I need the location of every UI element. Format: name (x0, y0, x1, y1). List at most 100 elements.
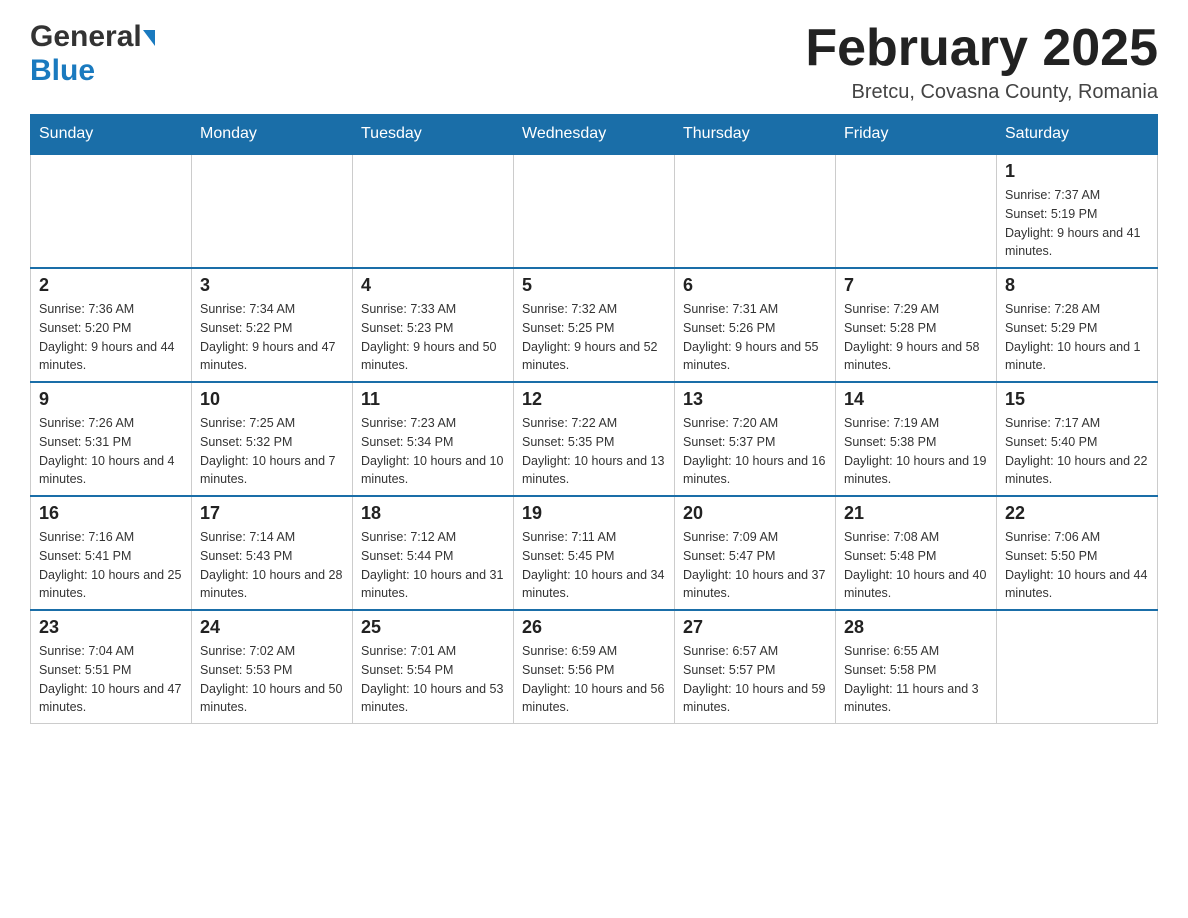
calendar-cell: 4Sunrise: 7:33 AMSunset: 5:23 PMDaylight… (353, 268, 514, 382)
day-info: Sunrise: 7:23 AMSunset: 5:34 PMDaylight:… (361, 414, 505, 489)
day-info: Sunrise: 7:22 AMSunset: 5:35 PMDaylight:… (522, 414, 666, 489)
calendar-week-row: 2Sunrise: 7:36 AMSunset: 5:20 PMDaylight… (31, 268, 1158, 382)
day-number: 10 (200, 389, 344, 410)
day-info: Sunrise: 7:01 AMSunset: 5:54 PMDaylight:… (361, 642, 505, 717)
day-number: 24 (200, 617, 344, 638)
logo: General Blue (30, 20, 155, 88)
day-info: Sunrise: 7:19 AMSunset: 5:38 PMDaylight:… (844, 414, 988, 489)
page-header: General Blue February 2025 Bretcu, Covas… (30, 20, 1158, 104)
calendar-cell: 19 Sunrise: 7:11 AMSunset: 5:45 PMDayligh… (514, 496, 675, 610)
day-number: 9 (39, 389, 183, 410)
day-number: 13 (683, 389, 827, 410)
calendar-header-thursday: Thursday (675, 115, 836, 155)
day-info: Sunrise: 7:37 AMSunset: 5:19 PMDaylight:… (1005, 186, 1149, 261)
calendar-cell: 25 Sunrise: 7:01 AMSunset: 5:54 PMDayligh… (353, 610, 514, 724)
day-info: Sunrise: 7:17 AMSunset: 5:40 PMDaylight:… (1005, 414, 1149, 489)
logo-general-text: General (30, 20, 142, 54)
calendar-cell: 3 Sunrise: 7:34 AMSunset: 5:22 PMDaylight… (192, 268, 353, 382)
day-number: 11 (361, 389, 505, 410)
calendar-week-row: 16 Sunrise: 7:16 AMSunset: 5:41 PMDayligh… (31, 496, 1158, 610)
calendar-week-row: 1 Sunrise: 7:37 AMSunset: 5:19 PMDaylight… (31, 154, 1158, 268)
calendar-cell (997, 610, 1158, 724)
day-info: Sunrise: 7:28 AMSunset: 5:29 PMDaylight:… (1005, 300, 1149, 375)
calendar-cell: 22 Sunrise: 7:06 AMSunset: 5:50 PMDayligh… (997, 496, 1158, 610)
calendar-cell: 7 Sunrise: 7:29 AMSunset: 5:28 PMDaylight… (836, 268, 997, 382)
day-number: 2 (39, 275, 183, 296)
calendar-cell: 11 Sunrise: 7:23 AMSunset: 5:34 PMDayligh… (353, 382, 514, 496)
logo-blue-text: Blue (30, 54, 95, 88)
calendar-cell: 27Sunrise: 6:57 AMSunset: 5:57 PMDayligh… (675, 610, 836, 724)
day-info: Sunrise: 7:34 AMSunset: 5:22 PMDaylight:… (200, 300, 344, 375)
day-number: 14 (844, 389, 988, 410)
day-info: Sunrise: 7:16 AMSunset: 5:41 PMDaylight:… (39, 528, 183, 603)
calendar-header-saturday: Saturday (997, 115, 1158, 155)
calendar-cell: 17Sunrise: 7:14 AMSunset: 5:43 PMDayligh… (192, 496, 353, 610)
calendar-cell: 20 Sunrise: 7:09 AMSunset: 5:47 PMDayligh… (675, 496, 836, 610)
day-number: 28 (844, 617, 988, 638)
day-number: 25 (361, 617, 505, 638)
location: Bretcu, Covasna County, Romania (805, 81, 1158, 104)
day-info: Sunrise: 7:12 AMSunset: 5:44 PMDaylight:… (361, 528, 505, 603)
calendar-cell (675, 154, 836, 268)
day-info: Sunrise: 6:59 AMSunset: 5:56 PMDaylight:… (522, 642, 666, 717)
calendar-header-row: SundayMondayTuesdayWednesdayThursdayFrid… (31, 115, 1158, 155)
day-info: Sunrise: 7:31 AMSunset: 5:26 PMDaylight:… (683, 300, 827, 375)
calendar-cell: 26 Sunrise: 6:59 AMSunset: 5:56 PMDayligh… (514, 610, 675, 724)
calendar-cell: 14 Sunrise: 7:19 AMSunset: 5:38 PMDayligh… (836, 382, 997, 496)
calendar-cell: 8 Sunrise: 7:28 AMSunset: 5:29 PMDaylight… (997, 268, 1158, 382)
calendar-cell: 1 Sunrise: 7:37 AMSunset: 5:19 PMDaylight… (997, 154, 1158, 268)
calendar-header-sunday: Sunday (31, 115, 192, 155)
day-number: 16 (39, 503, 183, 524)
calendar-header-wednesday: Wednesday (514, 115, 675, 155)
calendar-header-friday: Friday (836, 115, 997, 155)
day-number: 15 (1005, 389, 1149, 410)
day-number: 22 (1005, 503, 1149, 524)
day-info: Sunrise: 7:25 AMSunset: 5:32 PMDaylight:… (200, 414, 344, 489)
day-number: 6 (683, 275, 827, 296)
day-number: 1 (1005, 161, 1149, 182)
calendar-cell: 24 Sunrise: 7:02 AMSunset: 5:53 PMDayligh… (192, 610, 353, 724)
day-number: 7 (844, 275, 988, 296)
calendar-cell: 21Sunrise: 7:08 AMSunset: 5:48 PMDayligh… (836, 496, 997, 610)
calendar-week-row: 9 Sunrise: 7:26 AMSunset: 5:31 PMDaylight… (31, 382, 1158, 496)
calendar-cell: 9 Sunrise: 7:26 AMSunset: 5:31 PMDaylight… (31, 382, 192, 496)
calendar-cell: 10 Sunrise: 7:25 AMSunset: 5:32 PMDayligh… (192, 382, 353, 496)
day-info: Sunrise: 7:20 AMSunset: 5:37 PMDaylight:… (683, 414, 827, 489)
calendar-week-row: 23Sunrise: 7:04 AMSunset: 5:51 PMDayligh… (31, 610, 1158, 724)
day-info: Sunrise: 7:33 AMSunset: 5:23 PMDaylight:… (361, 300, 505, 375)
calendar-cell: 6 Sunrise: 7:31 AMSunset: 5:26 PMDaylight… (675, 268, 836, 382)
day-number: 26 (522, 617, 666, 638)
logo-arrow-icon (143, 30, 155, 46)
day-number: 20 (683, 503, 827, 524)
calendar-header-tuesday: Tuesday (353, 115, 514, 155)
day-info: Sunrise: 7:06 AMSunset: 5:50 PMDaylight:… (1005, 528, 1149, 603)
calendar-cell: 23Sunrise: 7:04 AMSunset: 5:51 PMDayligh… (31, 610, 192, 724)
day-number: 23 (39, 617, 183, 638)
month-title: February 2025 (805, 20, 1158, 77)
day-info: Sunrise: 7:32 AMSunset: 5:25 PMDaylight:… (522, 300, 666, 375)
day-info: Sunrise: 7:26 AMSunset: 5:31 PMDaylight:… (39, 414, 183, 489)
day-number: 19 (522, 503, 666, 524)
title-section: February 2025 Bretcu, Covasna County, Ro… (805, 20, 1158, 104)
day-info: Sunrise: 7:11 AMSunset: 5:45 PMDaylight:… (522, 528, 666, 603)
day-number: 12 (522, 389, 666, 410)
day-number: 8 (1005, 275, 1149, 296)
calendar-cell (353, 154, 514, 268)
day-number: 3 (200, 275, 344, 296)
calendar-cell (31, 154, 192, 268)
calendar-cell: 18 Sunrise: 7:12 AMSunset: 5:44 PMDayligh… (353, 496, 514, 610)
calendar-cell: 2Sunrise: 7:36 AMSunset: 5:20 PMDaylight… (31, 268, 192, 382)
day-info: Sunrise: 7:02 AMSunset: 5:53 PMDaylight:… (200, 642, 344, 717)
day-number: 18 (361, 503, 505, 524)
day-number: 5 (522, 275, 666, 296)
calendar-table: SundayMondayTuesdayWednesdayThursdayFrid… (30, 114, 1158, 724)
day-info: Sunrise: 7:14 AMSunset: 5:43 PMDaylight:… (200, 528, 344, 603)
day-info: Sunrise: 6:57 AMSunset: 5:57 PMDaylight:… (683, 642, 827, 717)
day-info: Sunrise: 7:09 AMSunset: 5:47 PMDaylight:… (683, 528, 827, 603)
calendar-cell: 12 Sunrise: 7:22 AMSunset: 5:35 PMDayligh… (514, 382, 675, 496)
day-info: Sunrise: 7:29 AMSunset: 5:28 PMDaylight:… (844, 300, 988, 375)
calendar-cell (514, 154, 675, 268)
calendar-cell: 13 Sunrise: 7:20 AMSunset: 5:37 PMDayligh… (675, 382, 836, 496)
calendar-cell (192, 154, 353, 268)
calendar-cell: 16 Sunrise: 7:16 AMSunset: 5:41 PMDayligh… (31, 496, 192, 610)
